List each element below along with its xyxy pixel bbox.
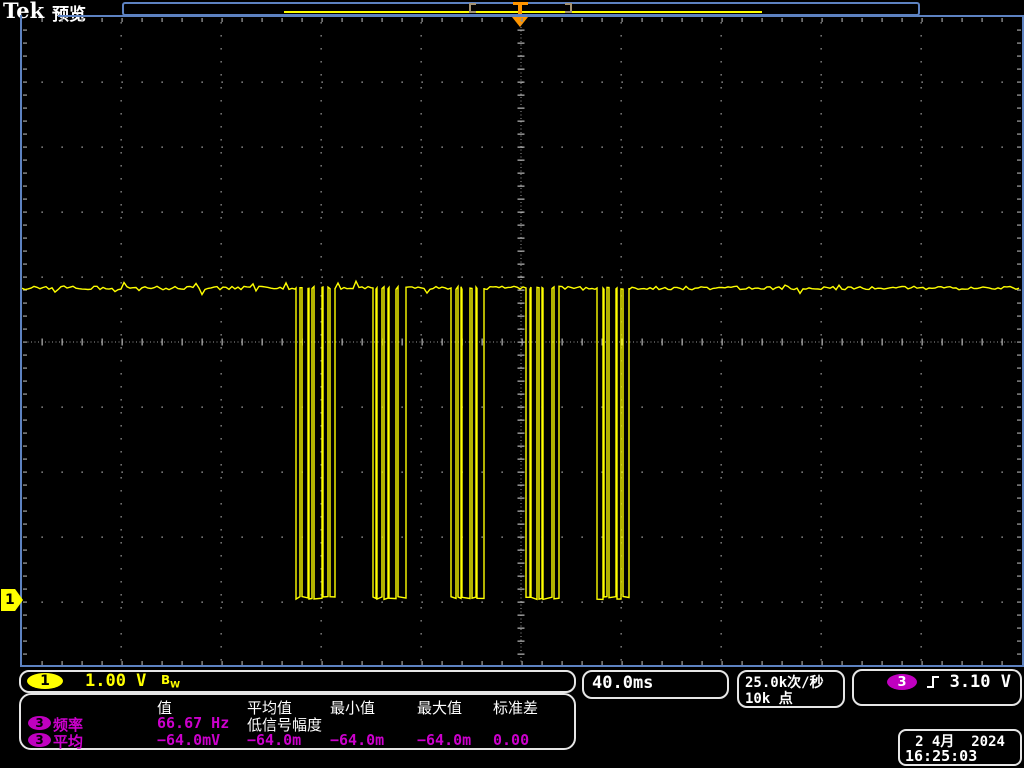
record-length-readout: 10k 点 bbox=[745, 688, 793, 708]
meas-row2-min: −64.0m bbox=[330, 731, 384, 749]
graticule-border-left bbox=[20, 15, 22, 667]
bandwidth-limit-icon: BW bbox=[161, 673, 180, 690]
meas-row1-badge: 3 bbox=[28, 716, 51, 730]
channel1-readout-box: 1 1.00 V BW bbox=[19, 670, 576, 693]
meas-row2-value: −64.0mV bbox=[157, 731, 220, 749]
bw-letter: B bbox=[161, 673, 170, 687]
sample-rate-box: 25.0k次/秒 10k 点 bbox=[737, 670, 845, 708]
meas-row2-stddev: 0.00 bbox=[493, 731, 529, 749]
graticule-border-bottom bbox=[20, 665, 1024, 667]
waveform-display bbox=[0, 0, 1024, 768]
meas-header-min: 最小值 bbox=[330, 697, 375, 718]
trigger-source-badge: 3 bbox=[887, 674, 917, 690]
time-readout: 16:25:03 bbox=[905, 747, 977, 765]
horizontal-scale-readout: 40.0ms bbox=[592, 673, 653, 693]
rising-edge-icon bbox=[926, 674, 942, 690]
meas-row2-label: 平均 bbox=[53, 731, 83, 752]
channel1-badge: 1 bbox=[27, 673, 63, 689]
measurement-panel: 值 平均值 最小值 最大值 标准差 3 频率 66.67 Hz 低信号幅度 3 … bbox=[19, 693, 576, 750]
bw-sub-letter: W bbox=[170, 680, 180, 690]
channel1-marker-number: 1 bbox=[1, 592, 15, 608]
trigger-readout-box: 3 3.10 V bbox=[852, 669, 1022, 706]
meas-row2-max: −64.0m bbox=[417, 731, 471, 749]
meas-row2-badge: 3 bbox=[28, 733, 51, 747]
oscilloscope-screen: Tek 预览 1 1 1.00 V BW 40.0ms 25.0k次/秒 10k… bbox=[0, 0, 1024, 768]
trigger-level-readout: 3.10 V bbox=[950, 672, 1011, 692]
meas-header-max: 最大值 bbox=[417, 697, 462, 718]
meas-header-stddev: 标准差 bbox=[493, 697, 538, 718]
horizontal-scale-box: 40.0ms bbox=[582, 670, 729, 699]
datetime-box: 2 4月 2024 16:25:03 bbox=[898, 729, 1022, 766]
meas-row1-value: 66.67 Hz bbox=[157, 714, 229, 732]
channel1-scale-readout: 1.00 V bbox=[85, 671, 146, 691]
meas-row2-mean: −64.0m bbox=[247, 731, 301, 749]
